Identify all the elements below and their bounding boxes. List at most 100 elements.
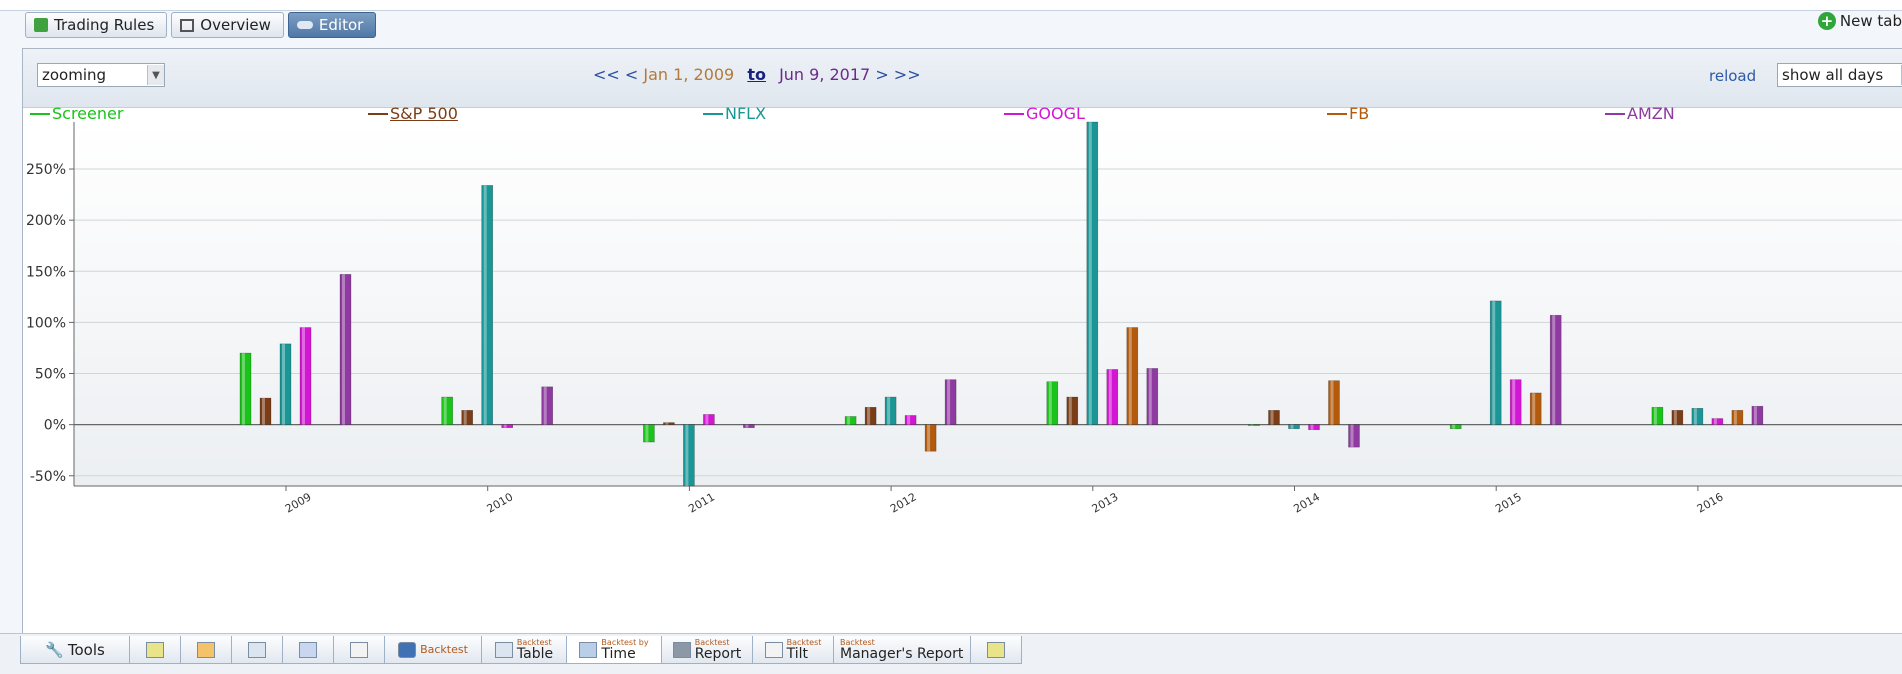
bar-highlight (302, 327, 305, 425)
bar (279, 343, 292, 425)
zoom-select[interactable]: zooming ▼ (37, 63, 165, 87)
bottom-tab-bar: 🔧 Tools Backtest Backtest Table Backtest … (0, 633, 1902, 674)
wrench-icon: 🔧 (45, 640, 64, 659)
end-date[interactable]: Jun 9, 2017 (779, 65, 870, 84)
bar-chart: 250% 200% 150% 100% 50% 0% -50% 2009 2010 2011 201… (26, 121, 1902, 516)
bar-highlight (1250, 424, 1254, 426)
tab-bars[interactable] (282, 636, 334, 664)
bar (1106, 369, 1119, 425)
report-icon (672, 641, 691, 658)
bar (924, 424, 937, 452)
bar-highlight (1492, 300, 1496, 425)
bar (683, 424, 695, 487)
chart-toolbar: zooming ▼ << < Jan 1, 2009 to Jun 9, 201… (23, 49, 1902, 108)
tab-backtest-tilt[interactable]: Backtest Tilt (752, 636, 834, 664)
chevron-down-icon[interactable]: ▼ (147, 65, 164, 85)
bar-highlight (745, 424, 749, 428)
reload-link[interactable]: reload (1709, 67, 1756, 85)
bar-highlight (1552, 315, 1556, 425)
tab-tools[interactable]: 🔧 Tools (20, 636, 130, 664)
start-date[interactable]: Jan 1, 2009 (643, 65, 734, 84)
bar (1268, 410, 1280, 425)
bar (643, 424, 655, 443)
tab-backtest[interactable]: Backtest (384, 636, 482, 664)
tab-backtest-by-time[interactable]: Backtest by Time (566, 636, 662, 664)
bar (663, 422, 675, 425)
new-tab-button[interactable]: + New tab (1817, 12, 1902, 30)
x-tick-label: 2016 (1695, 490, 1726, 515)
bar-highlight (1148, 368, 1152, 425)
tab-editor-label: Editor (318, 16, 364, 34)
tab-scatter[interactable] (333, 636, 385, 664)
y-tick-label: 200% (26, 213, 66, 229)
tab-label: Tilt (786, 645, 808, 662)
tab-stack[interactable] (129, 636, 181, 664)
table-icon (494, 641, 513, 658)
y-tick-label: 100% (26, 315, 66, 331)
plus-icon: + (1817, 12, 1836, 30)
nav-back-links[interactable]: << < (593, 65, 638, 84)
bar-highlight (1653, 407, 1657, 425)
bar (1751, 405, 1764, 425)
tab-trading-rules-label: Trading Rules (54, 16, 155, 34)
y-tick-label: 50% (35, 367, 66, 383)
bar (884, 396, 897, 425)
bar (1671, 410, 1684, 425)
x-tick-label: 2014 (1291, 490, 1322, 515)
y-tick-label: 150% (26, 264, 66, 280)
tab-backtest-table[interactable]: Backtest Table (481, 636, 567, 664)
bar (703, 414, 715, 425)
bar-highlight (1108, 369, 1112, 425)
tab-chart[interactable] (180, 636, 232, 664)
date-range: << < Jan 1, 2009 to Jun 9, 2017 > >> (593, 65, 921, 84)
plot-area: 250% 200% 150% 100% 50% 0% -50% 2009 2010 2011 201… (26, 121, 1902, 516)
bar (1146, 368, 1159, 425)
tab-editor[interactable]: Editor (287, 12, 377, 38)
bar-highlight (543, 386, 547, 425)
bar-highlight (1330, 380, 1334, 425)
chart-icon (197, 641, 215, 658)
tab-backtest-managers-report[interactable]: Backtest Manager's Report (833, 636, 971, 664)
bar-highlight (262, 398, 265, 425)
tab-trading-rules[interactable]: Trading Rules (25, 12, 168, 38)
bar (1086, 121, 1099, 425)
editor-icon (296, 21, 313, 29)
bar-highlight (1693, 408, 1697, 425)
time-bars-icon (579, 641, 598, 658)
bar-highlight (282, 343, 285, 425)
show-days-select[interactable]: show all days ▼ (1777, 63, 1902, 87)
table-icon (248, 641, 266, 658)
bar-highlight (927, 424, 931, 452)
bar (1328, 380, 1340, 425)
tab-stack-2[interactable] (970, 636, 1022, 664)
tab-backtest-report[interactable]: Backtest Report (661, 636, 753, 664)
tab-label: Manager's Report (840, 645, 964, 662)
bar (501, 424, 514, 429)
tab-label: Time (601, 645, 636, 662)
tab-overview[interactable]: Overview (171, 12, 284, 38)
tab-table[interactable] (231, 636, 283, 664)
top-strip (0, 0, 1902, 11)
bar-highlight (342, 274, 345, 425)
bar-highlight (503, 424, 507, 428)
x-tick-label: 2013 (1090, 490, 1121, 515)
bar-icon (299, 641, 317, 658)
tab-label: Table (516, 645, 554, 662)
to-link[interactable]: to (747, 65, 766, 84)
bar (864, 406, 877, 425)
nav-forward-links[interactable]: > >> (875, 65, 920, 84)
bar-highlight (1310, 424, 1314, 430)
bar (441, 396, 454, 425)
bar-highlight (685, 424, 689, 486)
bar-highlight (463, 410, 467, 425)
bar-highlight (1532, 392, 1536, 425)
top-tab-bar: Trading Rules Overview Editor (25, 12, 377, 38)
bar-highlight (907, 415, 911, 425)
new-tab-label: New tab (1839, 12, 1902, 30)
bar-highlight (1713, 418, 1717, 425)
bar-highlight (1753, 406, 1757, 425)
bar (1248, 424, 1260, 426)
bar (461, 410, 474, 425)
bar (239, 352, 252, 425)
x-tick-label: 2012 (888, 490, 919, 515)
